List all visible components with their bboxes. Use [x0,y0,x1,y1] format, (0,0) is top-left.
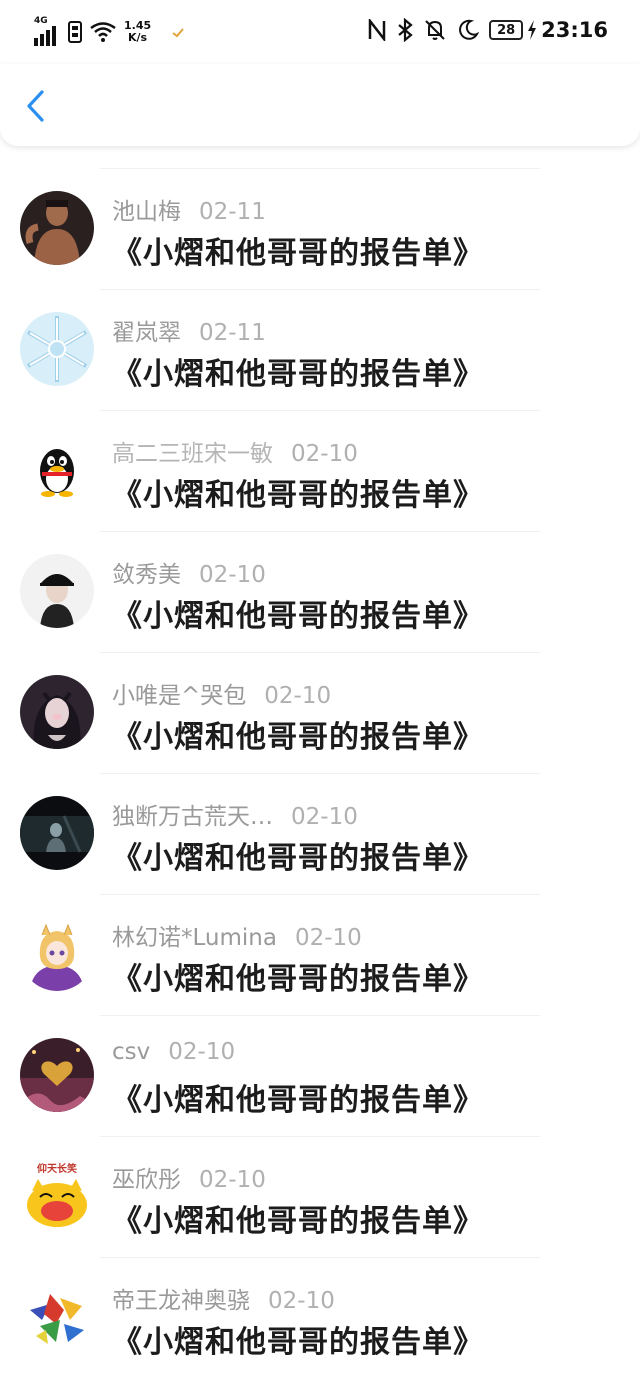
charging-icon [528,20,537,40]
list-item[interactable]: 帝王龙神奥骁 02-10 《小熠和他哥哥的报告单》 [0,1257,640,1378]
divider [100,410,540,411]
item-title: 《小熠和他哥哥的报告单》 [112,720,484,755]
back-button[interactable] [18,88,52,124]
user-name: 独断万古荒天… [112,804,273,830]
user-name: 巫欣彤 [112,1167,181,1193]
item-date: 02-10 [291,804,358,830]
item-meta: 小唯是^哭包 02-10 [112,676,331,710]
item-title: 《小熠和他哥哥的报告单》 [112,478,484,513]
item-title: 《小熠和他哥哥的报告单》 [112,1325,484,1360]
user-name: 林幻诺*Lumina [112,925,277,951]
list-item[interactable]: 独断万古荒天… 02-10 《小熠和他哥哥的报告单》 [0,773,640,894]
battery-level: 28 [489,20,524,40]
avatar[interactable] [20,917,94,991]
divider [100,289,540,290]
item-meta: 林幻诺*Lumina 02-10 [112,918,362,952]
item-title: 《小熠和他哥哥的报告单》 [112,841,484,876]
item-date: 02-10 [268,1288,335,1314]
list-item[interactable]: csv 02-10 《小熠和他哥哥的报告单》 [0,1015,640,1136]
item-date: 02-10 [291,441,358,467]
list-item[interactable]: 林幻诺*Lumina 02-10 《小熠和他哥哥的报告单》 [0,894,640,1015]
item-meta: 池山梅 02-11 [112,192,266,226]
moon-icon [459,19,480,40]
divider [100,652,540,653]
avatar[interactable] [20,1038,94,1112]
list-item[interactable]: 仰天长笑 巫欣彤 02-10 《小熠和他哥哥的报告单》 [0,1136,640,1257]
list-item[interactable]: 翟岚翠 02-11 《小熠和他哥哥的报告单》 [0,289,640,410]
user-name: 帝王龙神奥骁 [112,1288,250,1314]
nav-bar [0,64,640,146]
list-item[interactable]: 高二三班宋一敏 02-10 《小熠和他哥哥的报告单》 [0,410,640,531]
avatar[interactable] [20,554,94,628]
avatar[interactable] [20,675,94,749]
signal-icon [34,26,56,46]
divider [100,894,540,895]
network-speed-unit: K/s [128,31,148,44]
item-title: 《小熠和他哥哥的报告单》 [112,962,484,997]
list-item[interactable]: 小唯是^哭包 02-10 《小熠和他哥哥的报告单》 [0,652,640,773]
item-title: 《小熠和他哥哥的报告单》 [112,1083,484,1118]
comment-list: 池山梅 02-11 《小熠和他哥哥的报告单》 翟岚翠 02-11 《小熠和他哥哥… [0,168,640,1378]
item-title: 《小熠和他哥哥的报告单》 [112,1204,484,1239]
item-date: 02-10 [199,562,266,588]
user-name: 翟岚翠 [112,320,181,346]
item-title: 《小熠和他哥哥的报告单》 [112,599,484,634]
item-date: 02-10 [168,1039,236,1065]
list-item[interactable]: 池山梅 02-11 《小熠和他哥哥的报告单》 [0,168,640,289]
divider [100,168,540,169]
chevron-left-icon [27,90,44,122]
item-meta: 巫欣彤 02-10 [112,1160,266,1194]
item-meta: 独断万古荒天… 02-10 [112,797,358,831]
divider [100,1257,540,1258]
item-date: 02-10 [264,683,332,709]
status-left: 4G 1.45 K/s [34,16,185,46]
divider [100,1136,540,1137]
user-name: 高二三班宋一敏 [112,441,273,467]
wifi-icon [90,22,116,42]
item-meta: csv 02-10 [112,1039,235,1065]
nfc-icon [368,19,386,41]
avatar[interactable]: 仰天长笑 [20,1159,94,1233]
item-title: 《小熠和他哥哥的报告单》 [112,236,484,271]
avatar-caption: 仰天长笑 [37,1162,77,1175]
divider [100,531,540,532]
item-date: 02-11 [199,199,266,225]
user-name: csv [112,1039,151,1065]
item-meta: 敛秀美 02-10 [112,555,266,589]
divider [100,773,540,774]
item-meta: 高二三班宋一敏 02-10 [112,434,358,468]
status-bar: 4G 1.45 K/s 28 23:16 [0,0,640,64]
user-name: 小唯是^哭包 [112,683,247,709]
network-type: 4G [34,16,48,26]
mute-bell-icon [425,20,445,40]
avatar[interactable] [20,312,94,386]
avatar[interactable] [20,1280,94,1354]
item-date: 02-10 [199,1167,266,1193]
network-speed: 1.45 K/s [124,20,151,44]
user-name: 池山梅 [112,199,181,225]
item-meta: 帝王龙神奥骁 02-10 [112,1281,335,1315]
list-item[interactable]: 敛秀美 02-10 《小熠和他哥哥的报告单》 [0,531,640,652]
item-date: 02-10 [294,925,362,951]
bluetooth-icon [398,18,413,42]
item-date: 02-11 [199,320,266,346]
item-title: 《小熠和他哥哥的报告单》 [112,357,484,392]
avatar[interactable] [20,433,94,507]
notification-check-icon [172,28,184,38]
status-right: 28 23:16 [367,18,608,42]
clock: 23:16 [541,18,608,42]
avatar[interactable] [20,191,94,265]
user-name: 敛秀美 [112,562,181,588]
divider [100,1015,540,1016]
avatar[interactable] [20,796,94,870]
item-meta: 翟岚翠 02-11 [112,313,266,347]
sim-card-icon [68,21,82,43]
